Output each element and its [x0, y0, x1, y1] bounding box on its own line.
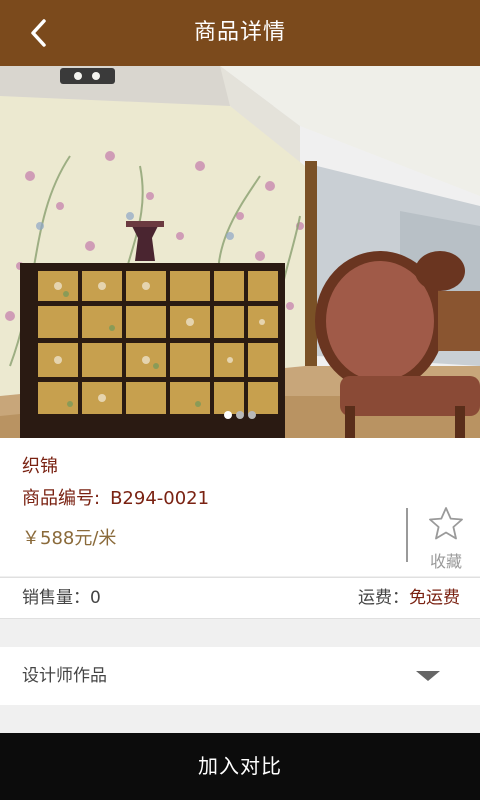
product-code-label: 商品编号: — [22, 488, 101, 509]
product-photo — [0, 66, 480, 438]
dropdown-arrow-icon — [416, 671, 440, 681]
shipping-info: 运费：免运费 — [358, 578, 460, 618]
product-detail-screen: 商品详情 织锦 商品编号: B294-0021 ￥588元/米 收藏 销售量：0… — [0, 0, 480, 800]
product-image-carousel[interactable] — [0, 66, 480, 438]
sales-shipping-row: 销售量：0 运费：免运费 — [0, 577, 480, 619]
product-code: 商品编号: B294-0021 — [22, 484, 209, 510]
product-info-panel: 织锦 商品编号: B294-0021 ￥588元/米 收藏 — [0, 438, 480, 576]
product-name: 织锦 — [22, 456, 58, 477]
designer-works-label: 设计师作品 — [22, 666, 107, 686]
product-price: ￥588元/米 — [22, 528, 117, 549]
add-to-compare-button[interactable]: 加入对比 — [0, 733, 480, 800]
sales-count: 销售量：0 — [22, 588, 101, 608]
carousel-dot[interactable] — [248, 410, 256, 419]
favorite-button[interactable]: 收藏 — [420, 506, 472, 571]
carousel-dot[interactable] — [224, 410, 232, 419]
page-title: 商品详情 — [193, 20, 286, 45]
top-bar: 商品详情 — [0, 0, 480, 66]
designer-works-dropdown[interactable]: 设计师作品 — [0, 647, 480, 705]
divider — [406, 508, 408, 562]
shipping-label: 运费： — [358, 588, 409, 608]
product-code-value: B294-0021 — [110, 488, 210, 509]
favorite-label: 收藏 — [429, 552, 462, 571]
star-outline-icon — [429, 507, 463, 540]
shipping-value: 免运费 — [409, 588, 460, 608]
carousel-dot[interactable] — [236, 410, 244, 419]
carousel-indicator — [0, 404, 480, 419]
